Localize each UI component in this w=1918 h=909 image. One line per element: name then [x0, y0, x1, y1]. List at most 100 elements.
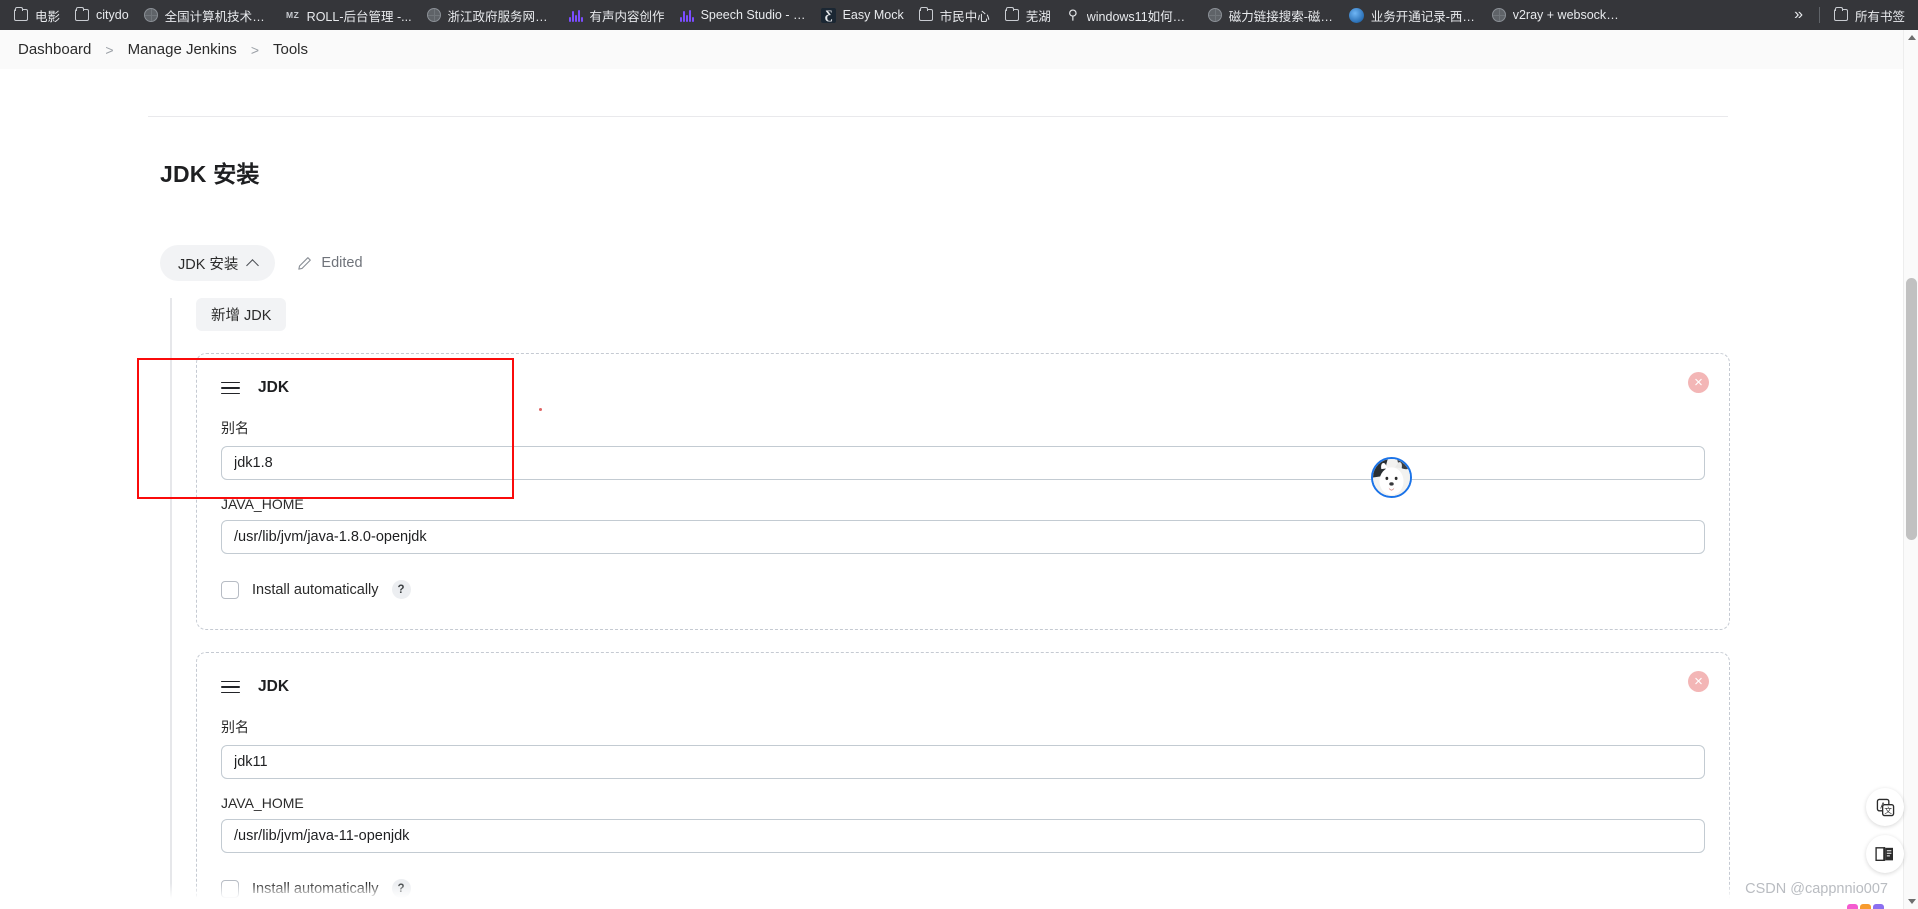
bookmark-label: 有声内容创作: [589, 9, 665, 24]
java-home-label: JAVA_HOME: [221, 496, 304, 512]
bookmark-label: 业务开通记录-西部...: [1370, 9, 1477, 24]
java-home-input[interactable]: [221, 819, 1705, 853]
bookmark-item[interactable]: MZ ROLL-后台管理 -...: [278, 4, 419, 26]
folder-icon: [1833, 6, 1849, 23]
translate-icon[interactable]: A 文: [1866, 788, 1904, 826]
edited-status: Edited: [297, 255, 363, 271]
bookmark-item[interactable]: citydo: [67, 4, 136, 26]
bookmark-item[interactable]: 电影: [6, 4, 67, 26]
remove-jdk-button[interactable]: ×: [1688, 671, 1709, 692]
globe-dark-icon: [1207, 7, 1223, 23]
bookmark-item[interactable]: Speech Studio - M...: [672, 4, 814, 26]
alias-input[interactable]: [221, 745, 1705, 779]
bookmarks-bar: 电影 citydo 全国计算机技术与... MZ ROLL-后台管理 -... …: [0, 0, 1918, 30]
alias-input[interactable]: [221, 446, 1705, 480]
dictionary-icon[interactable]: [1866, 835, 1904, 873]
install-automatically-label: Install automatically: [252, 880, 379, 897]
java-home-input[interactable]: [221, 520, 1705, 554]
drag-handle-icon[interactable]: [221, 381, 240, 395]
install-automatically-checkbox[interactable]: [221, 879, 239, 898]
bookmark-label: Easy Mock: [842, 8, 904, 22]
bookmark-label: windows11如何安...: [1086, 9, 1193, 24]
bookmark-label: citydo: [96, 8, 129, 22]
add-jdk-button[interactable]: 新增 JDK: [196, 298, 287, 331]
jdk-card: JDK × 别名 JAVA_HOME Install automatically: [196, 353, 1730, 630]
java-home-field: JAVA_HOME: [221, 795, 1705, 853]
browser-viewport: Dashboard > Manage Jenkins > Tools JDK 安…: [0, 30, 1918, 909]
alias-field: 别名: [221, 418, 1705, 480]
bookmark-item[interactable]: ⚲ windows11如何安...: [1058, 4, 1200, 26]
breadcrumb-item-tools[interactable]: Tools: [273, 41, 308, 58]
dog-photo: [1373, 459, 1410, 496]
java-home-field: JAVA_HOME: [221, 496, 1705, 554]
all-bookmarks-label: 所有书签: [1854, 9, 1905, 24]
bookmark-label: ROLL-后台管理 -...: [306, 9, 412, 24]
jdk-card-header: JDK: [221, 374, 1705, 402]
jdk-card-title: JDK: [258, 678, 290, 695]
bookmark-item[interactable]: v2ray + websocks...: [1484, 4, 1626, 26]
jdk-card-header: JDK: [221, 673, 1705, 701]
bookmark-label: 浙江政府服务网在...: [447, 9, 554, 24]
folder-icon: [1004, 6, 1020, 23]
globe-dark-icon: [426, 7, 442, 23]
edited-label: Edited: [321, 255, 363, 271]
install-automatically-row: Install automatically ?: [221, 580, 1705, 599]
bookmarks-overflow-button[interactable]: »: [1784, 4, 1813, 26]
chevron-up-icon: [246, 258, 260, 272]
bookmark-item[interactable]: 有声内容创作: [561, 4, 672, 26]
install-automatically-label: Install automatically: [252, 581, 379, 598]
bookmark-item[interactable]: 全国计算机技术与...: [136, 4, 278, 26]
bookmark-item[interactable]: 芜湖: [997, 4, 1058, 26]
jdk-card-title: JDK: [258, 379, 290, 396]
screenshot-root: 电影 citydo 全国计算机技术与... MZ ROLL-后台管理 -... …: [0, 0, 1918, 909]
bookmark-label: 磁力链接搜索-磁力...: [1228, 9, 1335, 24]
vertical-scrollbar[interactable]: [1903, 30, 1918, 909]
pencil-icon: [298, 256, 312, 270]
bookmarks-divider: [1818, 7, 1820, 23]
page-title: JDK 安装: [160, 161, 260, 187]
section-toolbar: JDK 安装 Edited: [160, 245, 363, 281]
bookmark-label: 全国计算机技术与...: [164, 9, 271, 24]
breadcrumb-item-dashboard[interactable]: Dashboard: [18, 41, 91, 58]
waveform-icon: [568, 7, 584, 23]
help-icon[interactable]: ?: [391, 879, 411, 898]
folder-icon: [13, 6, 29, 23]
alias-field: 别名: [221, 717, 1705, 779]
folder-icon: [74, 6, 90, 23]
breadcrumb-separator: >: [105, 41, 114, 58]
install-automatically-checkbox[interactable]: [221, 580, 239, 599]
globe-dark-icon: [1491, 7, 1507, 23]
breadcrumb-item-manage-jenkins[interactable]: Manage Jenkins: [128, 41, 237, 58]
bookmark-label: 电影: [35, 9, 61, 24]
help-icon[interactable]: ?: [391, 580, 411, 599]
mz-icon: MZ: [286, 10, 300, 20]
remove-jdk-button[interactable]: ×: [1688, 372, 1709, 393]
watermark: CSDN @cappnnio007: [1745, 881, 1888, 897]
pin-icon: ⚲: [1067, 7, 1078, 22]
folder-icon: [918, 6, 934, 23]
bookmark-item[interactable]: 磁力链接搜索-磁力...: [1200, 4, 1342, 26]
svg-text:文: 文: [1884, 805, 1892, 815]
page-content: JDK 安装 JDK 安装 Edited 新增 JDK JDK × 别名 jdk…: [0, 70, 1918, 909]
header-divider: [148, 116, 1728, 117]
bookmark-label: 芜湖: [1025, 9, 1051, 24]
bookmark-label: 市民中心: [939, 9, 990, 24]
watermark-logo-icon: [1847, 904, 1884, 909]
bookmark-item[interactable]: 市民中心: [911, 4, 997, 26]
scroll-up-icon[interactable]: [1904, 30, 1918, 45]
annotation-dot: [539, 408, 542, 411]
alias-label: 别名: [221, 719, 249, 735]
section-toggle-button[interactable]: JDK 安装: [160, 245, 276, 281]
section-toggle-label: JDK 安装: [178, 256, 239, 273]
bookmark-item[interactable]: 业务开通记录-西部...: [1342, 4, 1484, 26]
breadcrumb: Dashboard > Manage Jenkins > Tools: [0, 30, 1918, 70]
drag-handle-icon[interactable]: [221, 680, 240, 694]
bookmark-item[interactable]: 浙江政府服务网在...: [419, 4, 561, 26]
breadcrumb-separator: >: [250, 41, 259, 58]
alias-label: 别名: [221, 420, 249, 436]
bookmark-item[interactable]: Ƹ Easy Mock: [814, 4, 911, 26]
scrollbar-thumb[interactable]: [1906, 278, 1917, 540]
scroll-down-icon[interactable]: [1904, 894, 1918, 909]
all-bookmarks-button[interactable]: 所有书签: [1826, 4, 1912, 26]
avatar[interactable]: [1371, 457, 1412, 498]
